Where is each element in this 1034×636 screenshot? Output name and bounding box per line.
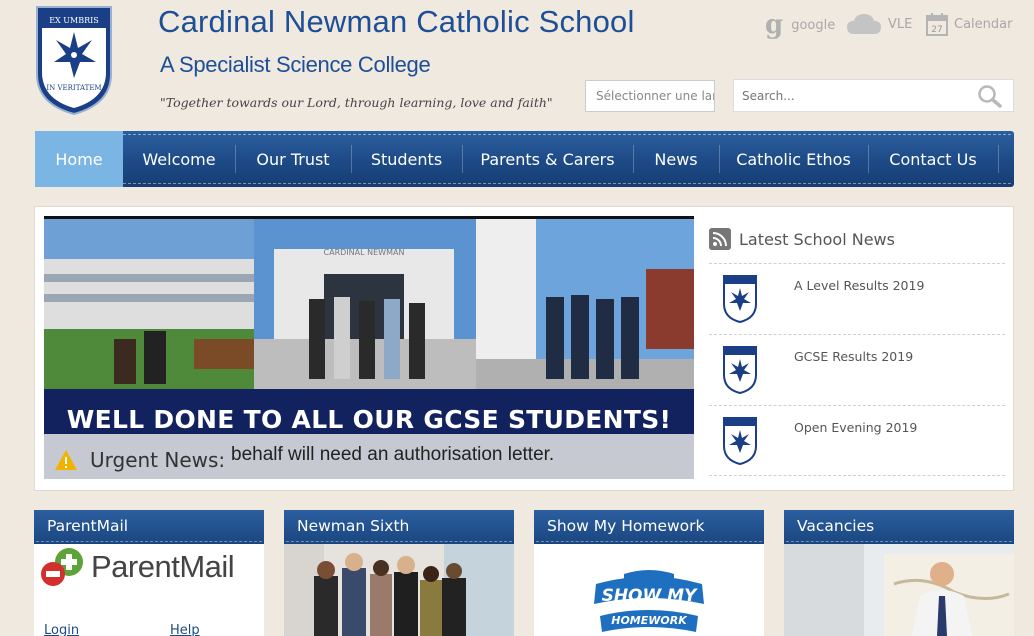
warning-icon bbox=[55, 450, 77, 470]
news-item-title[interactable]: Open Evening 2019 bbox=[794, 420, 917, 435]
school-subtitle: A Specialist Science College bbox=[160, 52, 431, 77]
news-slider[interactable]: CARDINAL NEWMAN WELL DONE TO ALL OUR GCS… bbox=[44, 216, 694, 479]
nav-news[interactable]: News bbox=[633, 131, 719, 187]
urgent-news-label: Urgent News: bbox=[90, 448, 226, 472]
nav-parents-carers[interactable]: Parents & Carers bbox=[462, 131, 633, 187]
parentmail-box-title[interactable]: ParentMail bbox=[34, 510, 264, 544]
news-crest-icon bbox=[723, 275, 757, 324]
school-crest-logo[interactable]: EX UMBRIS IN VERITATEM bbox=[34, 4, 114, 116]
school-motto: "Together towards our Lord, through lear… bbox=[160, 95, 553, 110]
news-crest-icon bbox=[723, 417, 757, 466]
parentmail-plus-minus-icon bbox=[41, 548, 83, 586]
calendar-label: Calendar bbox=[954, 16, 1013, 32]
nav-our-trust[interactable]: Our Trust bbox=[235, 131, 351, 187]
google-link[interactable]: g google bbox=[765, 12, 835, 38]
nav-home[interactable]: Home bbox=[35, 131, 123, 187]
nav-welcome[interactable]: Welcome bbox=[123, 131, 235, 187]
cloud-icon bbox=[847, 14, 881, 34]
newman-sixth-photo[interactable] bbox=[284, 544, 514, 636]
news-item-title[interactable]: A Level Results 2019 bbox=[794, 278, 924, 293]
search-box bbox=[733, 79, 1014, 112]
news-crest-icon bbox=[723, 346, 757, 395]
nav-catholic-ethos[interactable]: Catholic Ethos bbox=[719, 131, 868, 187]
parentmail-logo-text: ParentMail bbox=[91, 549, 235, 584]
google-icon: g bbox=[765, 10, 784, 40]
urgent-news-text[interactable]: behalf will need an authorisation letter… bbox=[231, 444, 554, 466]
news-item-title[interactable]: GCSE Results 2019 bbox=[794, 349, 913, 364]
slide-photo-right bbox=[476, 219, 694, 389]
vacancies-box: Vacancies bbox=[784, 510, 1014, 636]
latest-news-list: A Level Results 2019 GCSE Results 2019 O… bbox=[709, 263, 1005, 476]
search-icon[interactable] bbox=[977, 84, 1003, 108]
newman-sixth-box: Newman Sixth bbox=[284, 510, 514, 636]
language-select[interactable]: Sélectionner une langue bbox=[585, 80, 715, 112]
vacancies-box-title[interactable]: Vacancies bbox=[784, 510, 1014, 544]
news-item[interactable]: GCSE Results 2019 bbox=[709, 334, 1005, 405]
parentmail-login-link[interactable]: Login bbox=[44, 623, 79, 636]
vle-link[interactable]: VLE bbox=[846, 12, 912, 36]
show-my-homework-box: Show My Homework SHOW MY HOMEWORK bbox=[534, 510, 764, 636]
vacancies-photo[interactable] bbox=[784, 544, 1014, 636]
parentmail-logo[interactable]: ParentMail bbox=[39, 546, 235, 588]
slide-photo-left bbox=[44, 219, 254, 389]
slide-photo-centre: CARDINAL NEWMAN bbox=[254, 219, 476, 389]
search-input[interactable] bbox=[734, 80, 974, 111]
google-label: google bbox=[791, 17, 836, 33]
nav-contact-us[interactable]: Contact Us bbox=[868, 131, 998, 187]
latest-news-title: Latest School News bbox=[739, 229, 895, 249]
homework-logo-text: HOMEWORK bbox=[611, 614, 688, 627]
parentmail-help-link[interactable]: Help bbox=[170, 623, 200, 636]
parentmail-box: ParentMail ParentMail Login Help bbox=[34, 510, 264, 636]
nav-separator bbox=[998, 145, 999, 173]
news-item[interactable]: Open Evening 2019 bbox=[709, 405, 1005, 476]
newman-sixth-box-title[interactable]: Newman Sixth bbox=[284, 510, 514, 544]
show-my-logo-text: SHOW MY bbox=[602, 586, 699, 606]
latest-news-heading: Latest School News bbox=[709, 228, 895, 250]
news-item[interactable]: A Level Results 2019 bbox=[709, 263, 1005, 334]
rss-icon[interactable] bbox=[709, 228, 731, 250]
show-my-homework-logo[interactable]: SHOW MY HOMEWORK bbox=[534, 544, 764, 636]
main-navigation: Home Welcome Our Trust Students Parents … bbox=[35, 131, 1014, 187]
crest-bottom-text: IN VERITATEM bbox=[46, 84, 101, 92]
calendar-link[interactable]: 27 Calendar bbox=[926, 12, 1012, 36]
vle-label: VLE bbox=[888, 16, 913, 32]
slide-headline: WELL DONE TO ALL OUR GCSE STUDENTS! bbox=[66, 405, 672, 434]
crest-top-text: EX UMBRIS bbox=[49, 16, 99, 25]
nav-students[interactable]: Students bbox=[351, 131, 462, 187]
show-my-homework-box-title[interactable]: Show My Homework bbox=[534, 510, 764, 544]
building-sign: CARDINAL NEWMAN bbox=[324, 248, 405, 257]
calendar-icon: 27 bbox=[926, 13, 948, 36]
calendar-day: 27 bbox=[931, 25, 942, 35]
school-name[interactable]: Cardinal Newman Catholic School bbox=[158, 4, 635, 40]
